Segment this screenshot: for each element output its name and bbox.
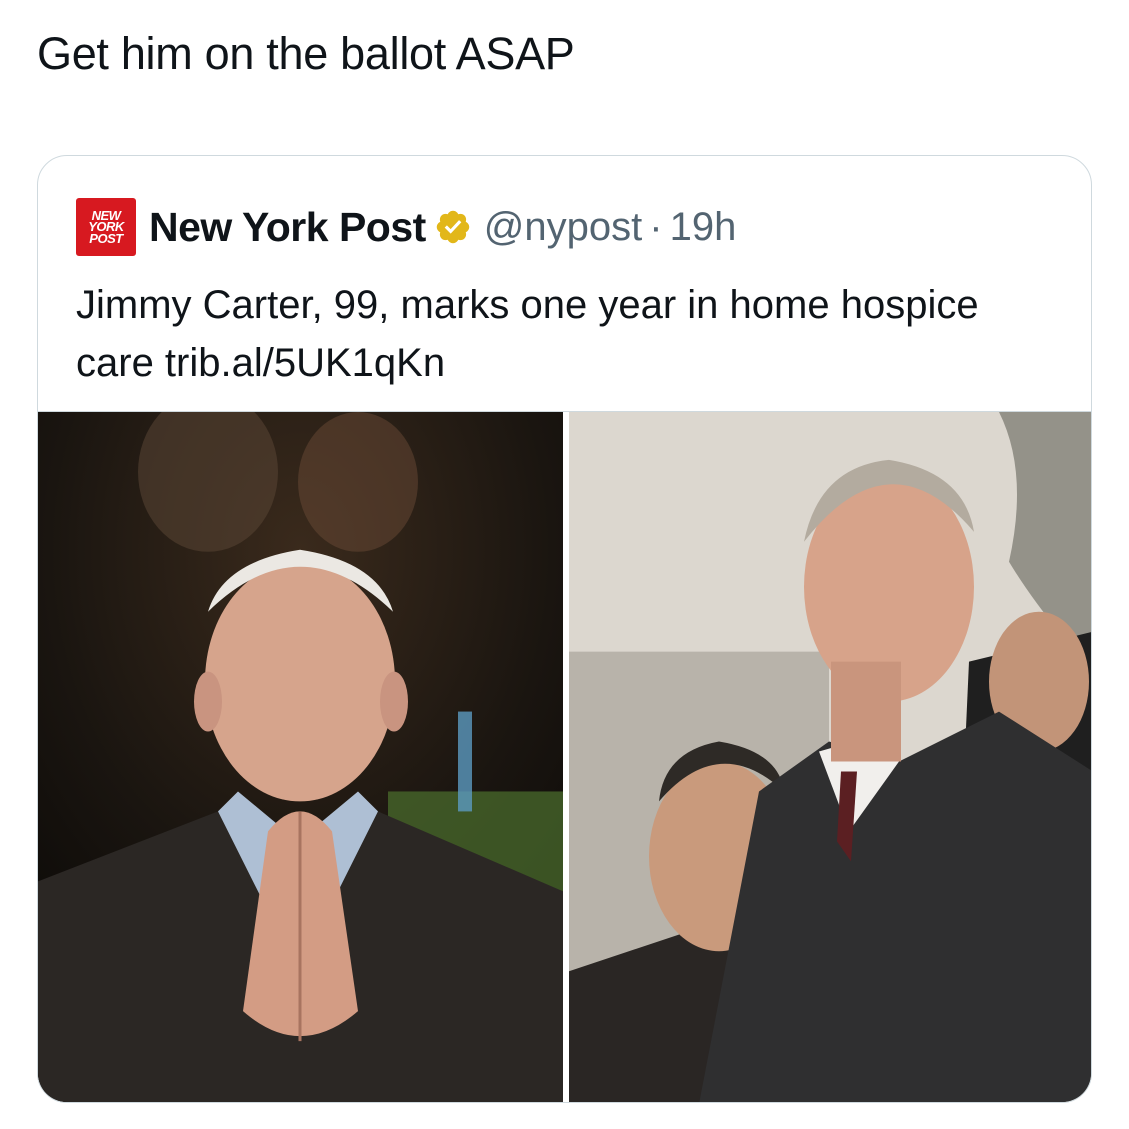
author-name[interactable]: New York Post — [149, 204, 426, 251]
quoted-tweet-card[interactable]: NEW YORK POST New York Post @nypost · 19… — [37, 155, 1092, 1103]
quote-header: NEW YORK POST New York Post @nypost · 19… — [76, 198, 736, 256]
verified-badge-icon — [434, 208, 472, 246]
separator-dot: · — [649, 204, 663, 249]
author-handle[interactable]: @nypost — [484, 205, 642, 250]
post-timestamp[interactable]: 19h — [670, 205, 737, 250]
logo-line-3: POST — [89, 230, 123, 246]
media-grid — [38, 411, 1091, 1102]
photo-two-men-standing-outdoors[interactable] — [569, 412, 1091, 1102]
new-york-post-avatar[interactable]: NEW YORK POST — [76, 198, 136, 256]
quote-body-text: Jimmy Carter, 99, marks one year in home… — [76, 283, 979, 385]
photo-elderly-man-praying-hands[interactable] — [38, 412, 563, 1102]
post-text: Get him on the ballot ASAP — [37, 28, 575, 79]
